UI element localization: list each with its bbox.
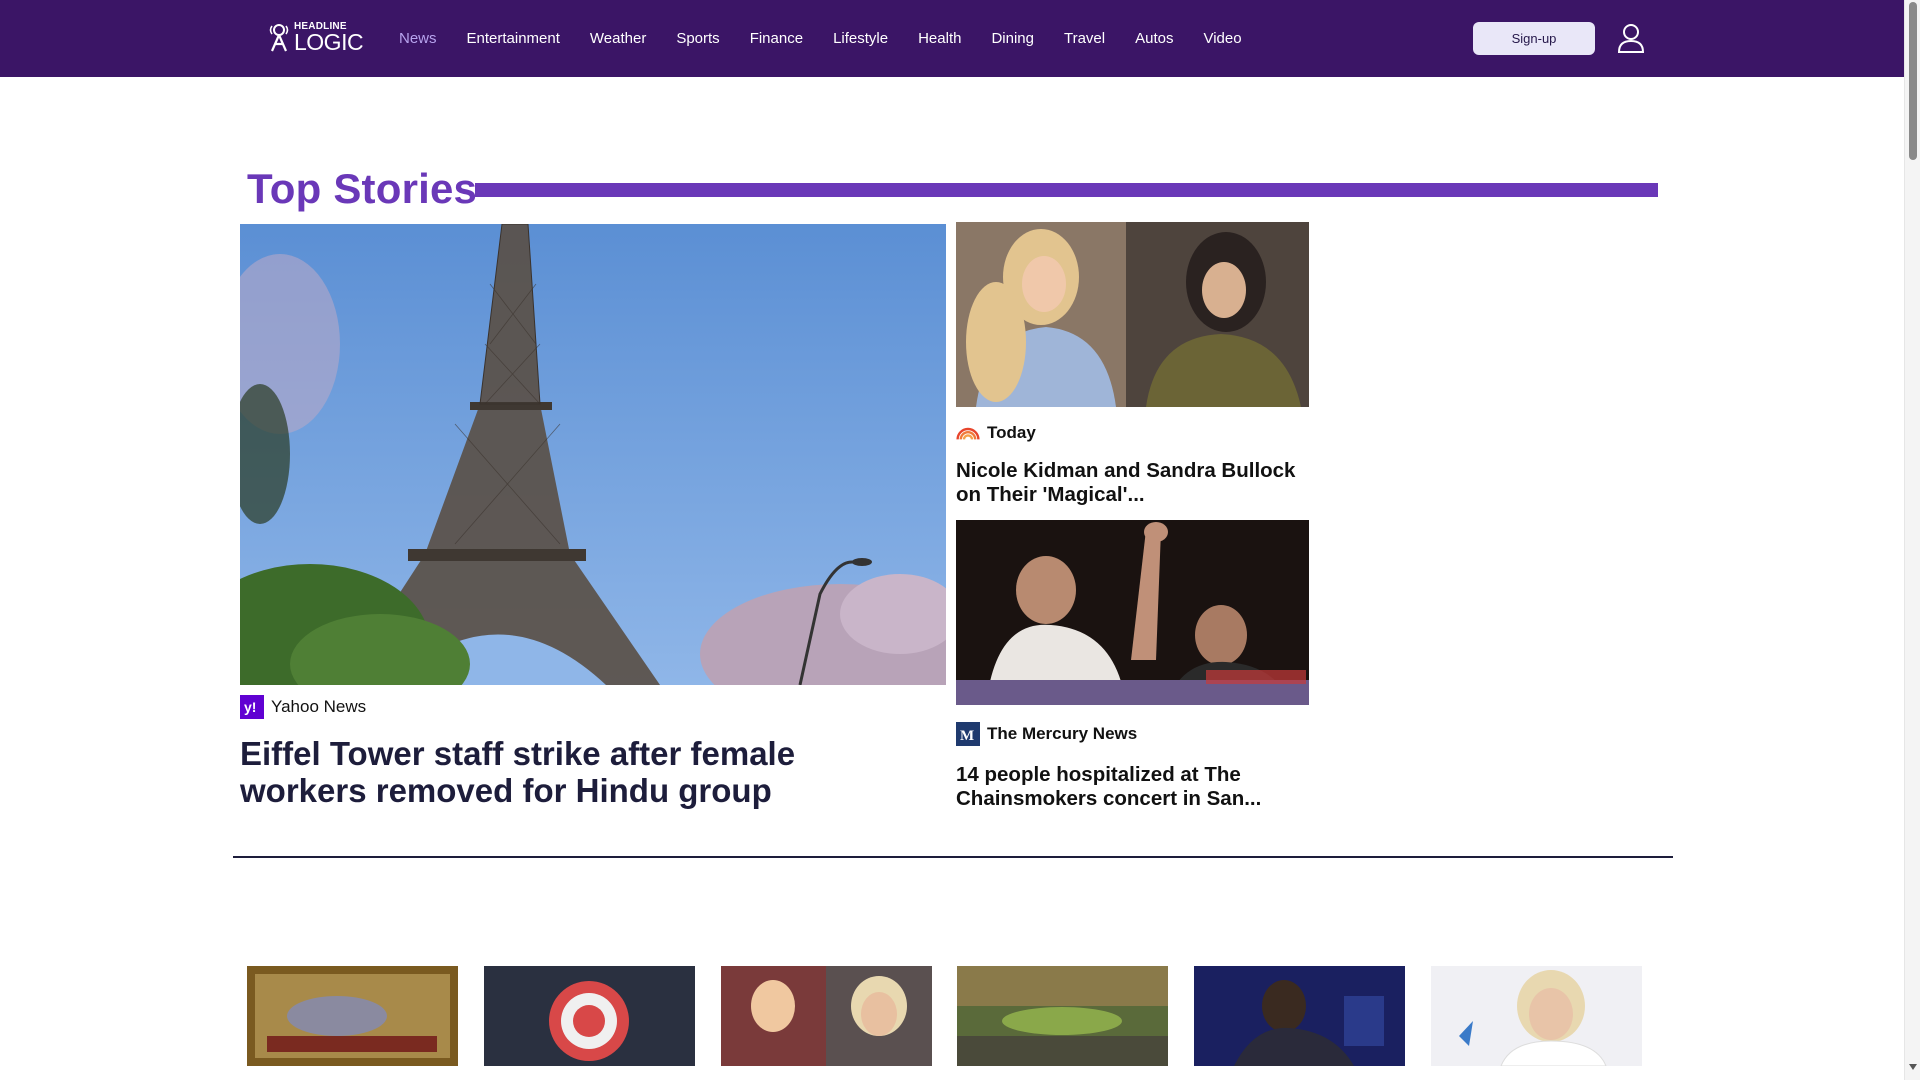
yahoo-icon: y! <box>240 695 264 719</box>
side-story-1-source[interactable]: Today <box>956 421 1036 445</box>
side-story-2-image[interactable] <box>956 520 1309 705</box>
nav-item-sports[interactable]: Sports <box>661 0 734 77</box>
main-story-image[interactable] <box>240 224 946 685</box>
main-story-headline[interactable]: Eiffel Tower staff strike after female w… <box>240 735 860 809</box>
side-story-1-source-name: Today <box>987 423 1036 442</box>
page: HEADLINE LOGIC News Entertainment Weathe… <box>0 0 1920 1080</box>
nav-item-entertainment[interactable]: Entertainment <box>452 0 575 77</box>
user-icon[interactable] <box>1616 22 1646 54</box>
logo-icon <box>269 24 289 52</box>
nav-item-dining[interactable]: Dining <box>976 0 1049 77</box>
svg-text:y!: y! <box>244 699 256 715</box>
site-logo[interactable]: HEADLINE LOGIC <box>268 20 364 55</box>
side-story-2-source-name: The Mercury News <box>987 724 1138 743</box>
thumbnail-image[interactable] <box>957 966 1168 1066</box>
side-story-2-source[interactable]: M The Mercury News <box>956 722 1137 746</box>
today-rainbow-icon <box>956 421 980 445</box>
nav-item-autos[interactable]: Autos <box>1120 0 1188 77</box>
side-story-1-image[interactable] <box>956 222 1309 407</box>
signup-button[interactable]: Sign-up <box>1473 22 1595 55</box>
nav-item-health[interactable]: Health <box>903 0 976 77</box>
thumbnail-image[interactable] <box>1431 966 1642 1066</box>
scrollbar[interactable] <box>1904 0 1920 1080</box>
nav-item-travel[interactable]: Travel <box>1049 0 1120 77</box>
side-story-1-headline[interactable]: Nicole Kidman and Sandra Bullock on Thei… <box>956 459 1296 507</box>
thumbnail-image[interactable] <box>1194 966 1405 1066</box>
thumbnail-image[interactable] <box>247 966 458 1066</box>
section-divider <box>233 856 1673 858</box>
nav-links: News Entertainment Weather Sports Financ… <box>384 0 1257 77</box>
scroll-down-arrow-icon[interactable] <box>1909 1064 1917 1070</box>
scrollbar-thumb[interactable] <box>1909 2 1917 160</box>
nav-item-finance[interactable]: Finance <box>735 0 818 77</box>
top-nav: HEADLINE LOGIC News Entertainment Weathe… <box>0 0 1904 77</box>
main-story-source-name: Yahoo News <box>271 697 367 716</box>
section-title-rule <box>475 183 1658 197</box>
mercury-news-icon: M <box>956 722 980 746</box>
side-story-2-headline[interactable]: 14 people hospitalized at The Chainsmoke… <box>956 763 1296 811</box>
nav-item-news[interactable]: News <box>384 0 452 77</box>
section-title: Top Stories <box>247 165 478 212</box>
thumbnail-image[interactable] <box>721 966 932 1066</box>
nav-item-weather[interactable]: Weather <box>575 0 661 77</box>
nav-item-video[interactable]: Video <box>1188 0 1256 77</box>
logo-text-bottom: LOGIC <box>294 29 364 55</box>
thumbnail-image[interactable] <box>484 966 695 1066</box>
main-story-source[interactable]: y! Yahoo News <box>240 695 366 719</box>
svg-text:M: M <box>960 728 974 744</box>
nav-item-lifestyle[interactable]: Lifestyle <box>818 0 903 77</box>
